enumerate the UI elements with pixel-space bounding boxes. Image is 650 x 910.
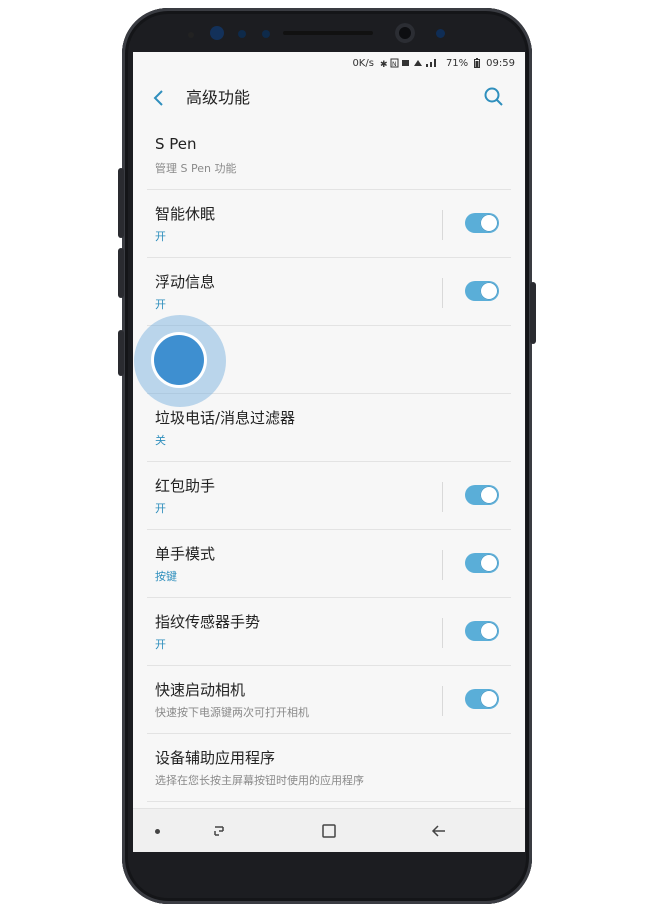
settings-row-subtitle: 开 [155, 230, 166, 243]
row-divider [442, 686, 443, 716]
search-icon [484, 87, 503, 106]
settings-row[interactable]: 浮动信息开 [147, 258, 511, 326]
toggle-knob [480, 486, 498, 504]
screen: 0K/s ✱ N 71% 09:59 高级功能 S Pen 管理 S Pen 功… [133, 52, 525, 852]
app-bar: 高级功能 [133, 74, 525, 122]
settings-row-subtitle: 快速按下电源键两次可打开相机 [155, 706, 309, 719]
recent-apps-button[interactable] [209, 821, 229, 841]
settings-row[interactable]: 设备辅助应用程序选择在您长按主屏幕按钮时使用的应用程序 [147, 734, 511, 802]
nav-back-button[interactable] [429, 821, 449, 841]
proximity-sensor [238, 30, 246, 38]
settings-row[interactable]: 垃圾电话/消息过滤器关 [147, 394, 511, 462]
settings-row[interactable]: 快速启动相机快速按下电源键两次可打开相机 [147, 666, 511, 734]
chevron-left-icon [153, 90, 163, 106]
toggle-switch[interactable] [465, 689, 499, 709]
row-divider [442, 550, 443, 580]
iris-sensor [210, 26, 224, 40]
toggle-switch[interactable] [465, 621, 499, 641]
settings-row-subtitle: 开 [155, 502, 166, 515]
sensor-dot [188, 32, 194, 38]
settings-list: S Pen管理 S Pen 功能智能休眠开浮动信息开应用锁垃圾电话/消息过滤器关… [133, 122, 525, 802]
settings-row-title: 红包助手 [155, 477, 216, 495]
page-title: 高级功能 [186, 88, 251, 107]
search-button[interactable] [483, 86, 505, 108]
settings-row-title: S Pen [155, 135, 197, 153]
recent-apps-icon [214, 826, 224, 836]
settings-row-subtitle: 按键 [155, 570, 177, 583]
back-button[interactable] [147, 86, 171, 110]
toggle-switch[interactable] [465, 485, 499, 505]
toggle-knob [480, 690, 498, 708]
settings-row-subtitle: 选择在您长按主屏幕按钮时使用的应用程序 [155, 774, 364, 787]
row-divider [442, 482, 443, 512]
settings-row-title: 指纹传感器手势 [155, 613, 261, 631]
status-bar: 0K/s ✱ N 71% 09:59 [133, 52, 525, 74]
toggle-knob [480, 214, 498, 232]
settings-row[interactable]: 单手模式 按键 [147, 530, 511, 598]
home-button[interactable] [319, 821, 339, 841]
settings-row-title: 垃圾电话/消息过滤器 [155, 409, 296, 427]
settings-row-title: 单手模式 [155, 545, 216, 563]
settings-row[interactable]: 指纹传感器手势开 [147, 598, 511, 666]
toggle-knob [480, 622, 498, 640]
touch-indicator-dot [154, 335, 204, 385]
settings-row[interactable]: 红包助手开 [147, 462, 511, 530]
status-icons: ✱ N [380, 58, 436, 68]
back-arrow-icon [431, 825, 445, 837]
settings-row-title: 浮动信息 [155, 273, 216, 291]
light-sensor [262, 30, 270, 38]
volume-down-button [118, 248, 124, 298]
nav-dot[interactable] [155, 829, 160, 834]
home-icon [322, 824, 336, 838]
settings-row[interactable]: 智能休眠开 [147, 190, 511, 258]
settings-row-title: 快速启动相机 [155, 681, 246, 699]
front-camera [395, 23, 415, 43]
clock: 09:59 [486, 57, 515, 69]
navigation-bar [133, 808, 525, 852]
settings-row[interactable]: S Pen 管理 S Pen 功能 [147, 122, 511, 190]
iris-camera [436, 29, 445, 38]
toggle-switch[interactable] [465, 281, 499, 301]
toggle-switch[interactable] [465, 213, 499, 233]
volume-up-button [118, 168, 124, 238]
earpiece-speaker [283, 31, 373, 35]
toggle-knob [480, 282, 498, 300]
settings-row-subtitle: 管理 S Pen 功能 [155, 162, 237, 175]
bixby-button [118, 330, 124, 376]
svg-text:✱: ✱ [380, 60, 388, 68]
row-divider [442, 618, 443, 648]
row-divider [442, 278, 443, 308]
power-button [530, 282, 536, 344]
settings-row-title: 智能休眠 [155, 205, 216, 223]
settings-row-subtitle: 开 [155, 298, 166, 311]
toggle-switch[interactable] [465, 553, 499, 573]
settings-row-subtitle: 开 [155, 638, 166, 651]
svg-text:N: N [392, 61, 397, 68]
settings-row-subtitle: 关 [155, 434, 166, 447]
network-speed: 0K/s [352, 57, 374, 69]
battery-icon [474, 58, 481, 68]
row-divider [442, 210, 443, 240]
settings-row-title: 设备辅助应用程序 [155, 749, 276, 767]
toggle-knob [480, 554, 498, 572]
battery-percent: 71% [445, 57, 469, 69]
